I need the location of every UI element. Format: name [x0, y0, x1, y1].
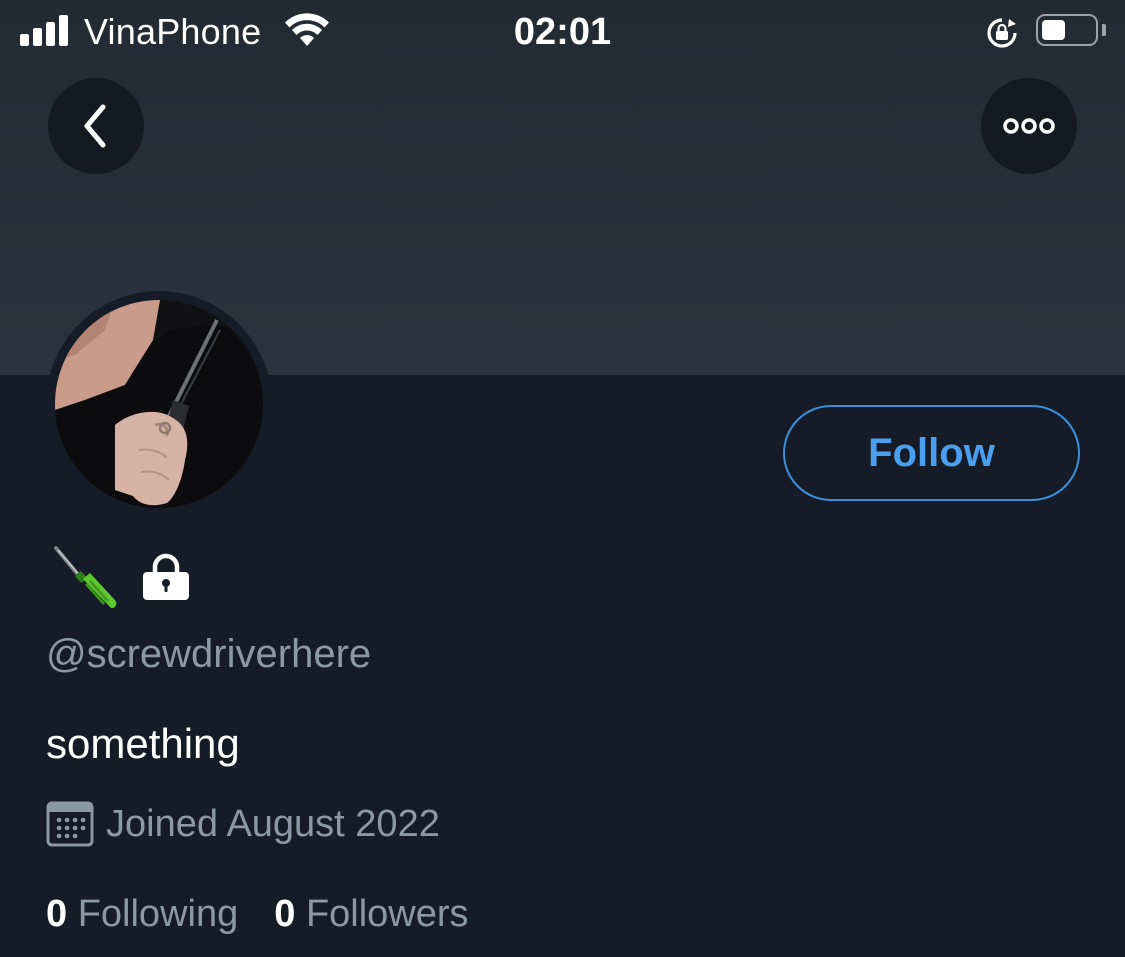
lock-icon — [143, 553, 189, 600]
profile-bio: something — [46, 720, 240, 767]
battery-icon — [1036, 14, 1098, 46]
following-label: Following — [77, 893, 239, 935]
follow-button[interactable]: Follow — [783, 405, 1080, 501]
avatar-image — [55, 300, 263, 508]
chevron-left-icon — [84, 104, 106, 148]
status-time: 02:01 — [513, 11, 612, 53]
following-link[interactable]: 0 Following — [46, 887, 238, 941]
calendar-icon — [46, 801, 94, 847]
rotation-lock-icon — [987, 18, 1017, 48]
battery-tip — [1102, 24, 1106, 36]
profile-stats: 0 Following 0 Followers — [46, 887, 469, 941]
back-button[interactable] — [48, 78, 144, 174]
screwdriver-icon — [54, 546, 117, 609]
more-options-button[interactable] — [981, 78, 1077, 174]
followers-link[interactable]: 0 Followers — [274, 887, 468, 941]
following-count: 0 — [46, 893, 68, 935]
followers-count: 0 — [274, 893, 296, 935]
status-bar: VinaPhone 02:01 — [0, 0, 1125, 64]
avatar[interactable] — [55, 300, 263, 508]
profile-handle: @screwdriverhere — [46, 632, 372, 676]
followers-label: Followers — [305, 893, 469, 935]
more-horizontal-icon — [1003, 118, 1055, 134]
battery-level — [1042, 20, 1065, 40]
joined-date: Joined August 2022 — [106, 803, 440, 845]
